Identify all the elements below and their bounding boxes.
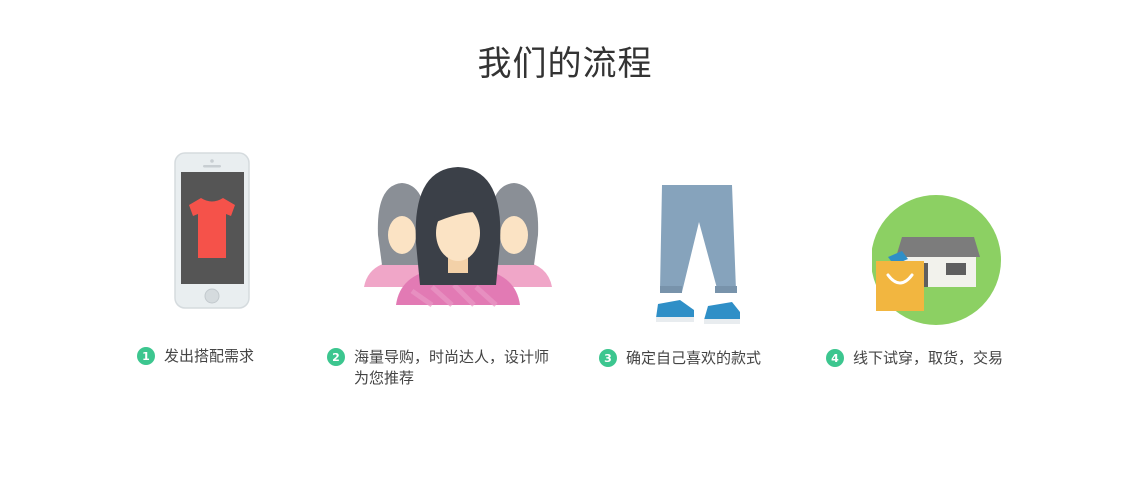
- step-4: 4 线下试穿，取货，交易: [826, 348, 1046, 369]
- step-number-badge: 4: [826, 349, 844, 367]
- step-label: 线下试穿，取货，交易: [853, 349, 1004, 367]
- page-title: 我们的流程: [477, 44, 653, 84]
- step-2: 2 海量导购，时尚达人，设计师为您推荐: [327, 347, 563, 389]
- stylists-icon: [364, 167, 552, 307]
- step-label: 确定自己喜欢的款式: [626, 349, 762, 367]
- step-number-badge: 1: [137, 347, 155, 365]
- store-bag-icon: [872, 195, 1001, 325]
- step-number-badge: 2: [327, 348, 345, 366]
- step-label: 发出搭配需求: [164, 347, 255, 365]
- step-label: 海量导购，时尚达人，设计师为您推荐: [354, 348, 550, 387]
- step-number-badge: 3: [599, 349, 617, 367]
- step-3: 3 确定自己喜欢的款式: [599, 348, 799, 369]
- phone-shirt-icon: [174, 152, 250, 309]
- step-1: 1 发出搭配需求: [137, 346, 297, 367]
- pants-shoes-icon: [656, 185, 740, 324]
